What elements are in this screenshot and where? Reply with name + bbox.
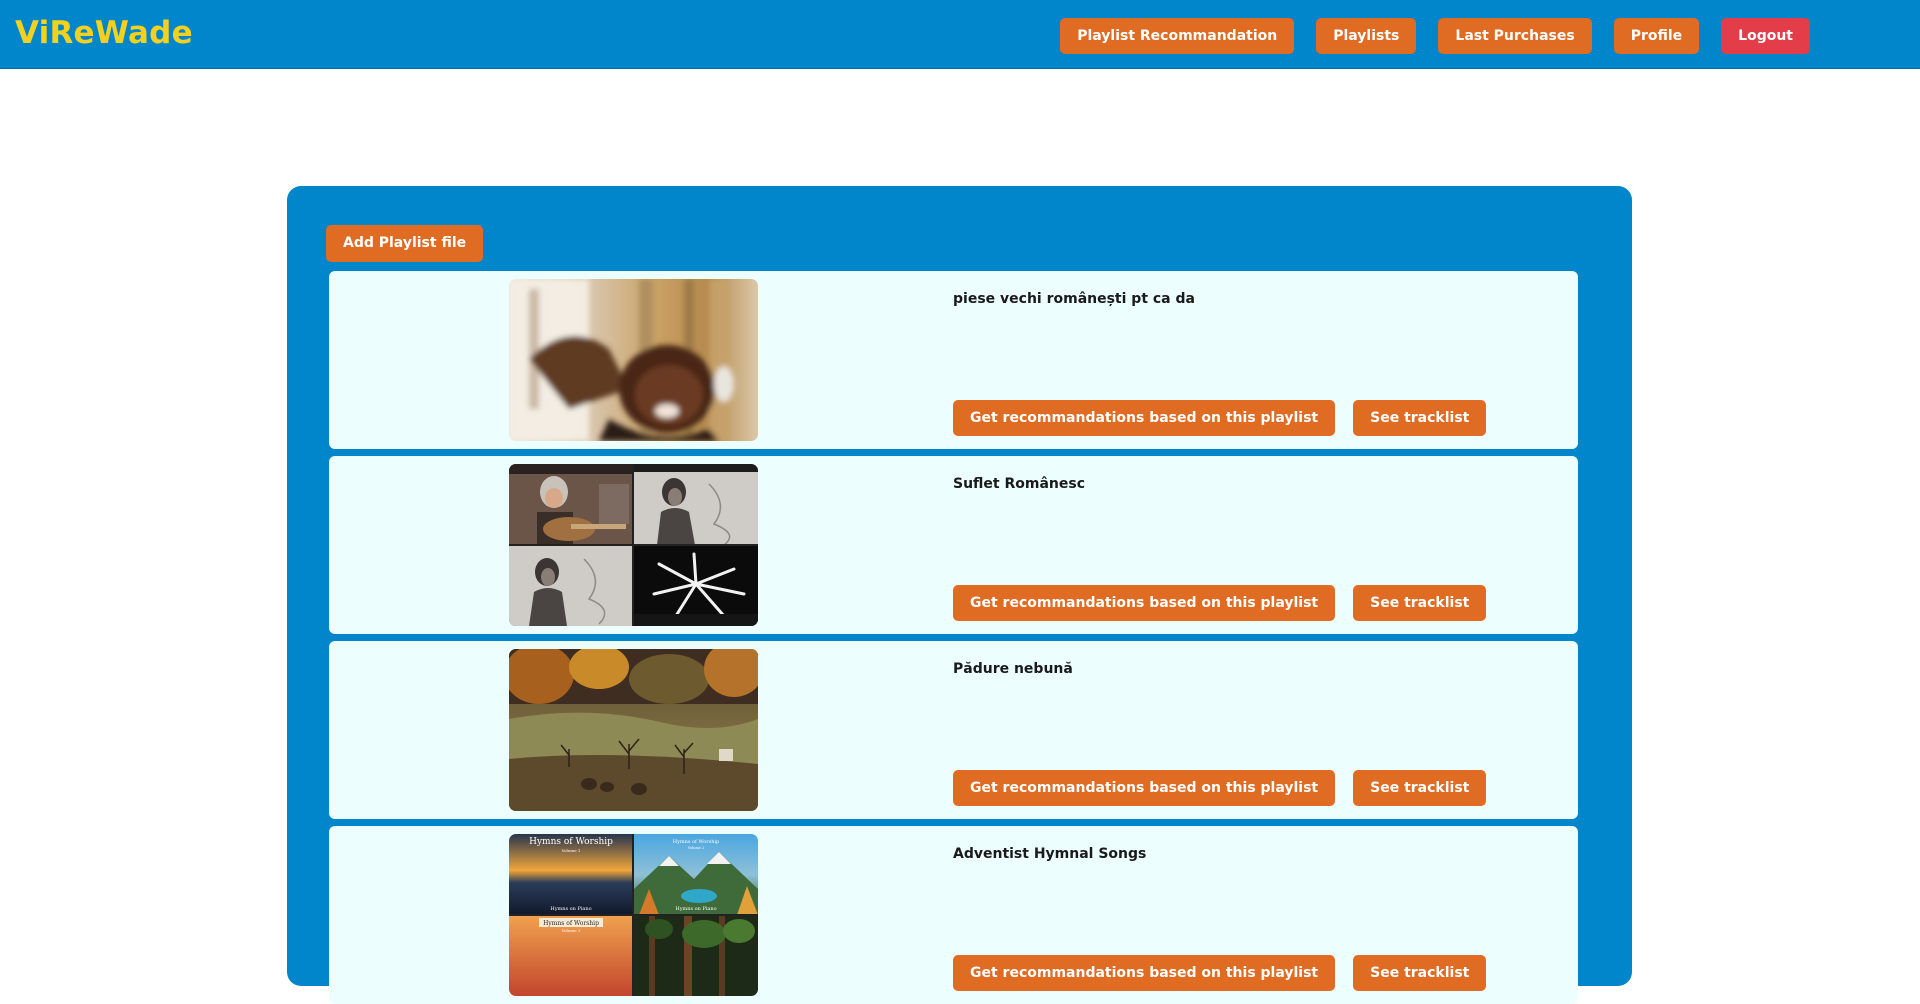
playlist-card: piese vechi românești pt ca da Get recom… <box>329 271 1578 449</box>
cover-text: Hymns of Worship <box>529 837 613 847</box>
see-tracklist-button[interactable]: See tracklist <box>1353 585 1487 621</box>
cover-text: Hymns on Piano <box>550 906 591 912</box>
playlist-actions: Get recommandations based on this playli… <box>953 400 1487 436</box>
playlist-title: Suflet Românesc <box>953 476 1086 492</box>
brand-logo[interactable]: ViReWade <box>15 15 193 51</box>
playlist-actions: Get recommandations based on this playli… <box>953 585 1487 621</box>
nav-links: Playlist Recommandation Playlists Last P… <box>1060 18 1810 54</box>
playlist-actions: Get recommandations based on this playli… <box>953 955 1487 991</box>
cover-text: Volume 3 <box>561 928 581 933</box>
nav-playlists-button[interactable]: Playlists <box>1316 18 1417 54</box>
see-tracklist-button[interactable]: See tracklist <box>1353 955 1487 991</box>
cover-text: Hymns of Worship <box>673 839 720 845</box>
playlist-title: Pădure nebună <box>953 661 1073 677</box>
get-recommendations-button[interactable]: Get recommandations based on this playli… <box>953 400 1336 436</box>
nav-playlist-recommandation-button[interactable]: Playlist Recommandation <box>1060 18 1295 54</box>
cover-text: Volume 2 <box>687 846 704 850</box>
nav-last-purchases-button[interactable]: Last Purchases <box>1438 18 1592 54</box>
cover-text: Hymns on Piano <box>675 906 716 912</box>
playlist-cover-image: Hymns of Worship Volume 1 Hymns on Piano… <box>509 834 758 996</box>
nav-logout-button[interactable]: Logout <box>1721 18 1810 54</box>
playlist-cover-image <box>509 649 758 811</box>
playlist-title: piese vechi românești pt ca da <box>953 291 1195 307</box>
cover-text: Volume 1 <box>561 848 581 853</box>
see-tracklist-button[interactable]: See tracklist <box>1353 400 1487 436</box>
playlist-cover-image <box>509 464 758 626</box>
playlist-title: Adventist Hymnal Songs <box>953 846 1147 862</box>
top-navbar: ViReWade Playlist Recommandation Playlis… <box>0 0 1920 69</box>
playlists-panel: Add Playlist file piese vechi românești … <box>287 186 1632 1004</box>
add-playlist-file-button[interactable]: Add Playlist file <box>326 225 484 262</box>
see-tracklist-button[interactable]: See tracklist <box>1353 770 1487 806</box>
get-recommendations-button[interactable]: Get recommandations based on this playli… <box>953 585 1336 621</box>
playlist-card: Pădure nebună Get recommandations based … <box>329 641 1578 819</box>
playlist-card: Suflet Românesc Get recommandations base… <box>329 456 1578 634</box>
get-recommendations-button[interactable]: Get recommandations based on this playli… <box>953 770 1336 806</box>
get-recommendations-button[interactable]: Get recommandations based on this playli… <box>953 955 1336 991</box>
nav-profile-button[interactable]: Profile <box>1613 18 1700 54</box>
playlist-cover-image <box>509 279 758 441</box>
playlist-card: Hymns of Worship Volume 1 Hymns on Piano… <box>329 826 1578 1004</box>
playlist-actions: Get recommandations based on this playli… <box>953 770 1487 806</box>
cover-text: Hymns of Worship <box>543 920 599 927</box>
